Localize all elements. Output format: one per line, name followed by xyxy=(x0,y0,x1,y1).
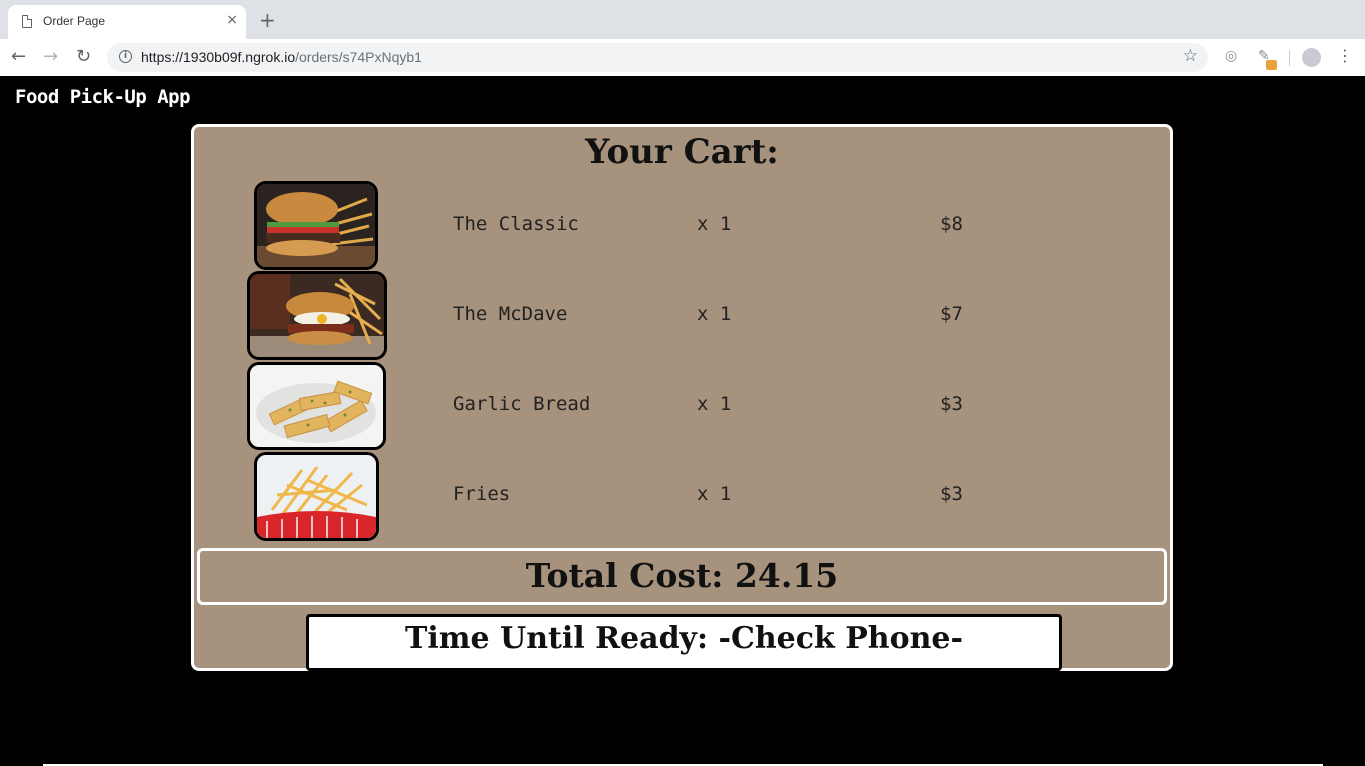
burger-image xyxy=(257,184,375,267)
item-name: Garlic Bread xyxy=(453,393,591,415)
total-cost-box: Total Cost: 24.15 xyxy=(197,548,1167,605)
browser-menu-icon[interactable]: ⋮ xyxy=(1337,46,1353,66)
item-name: The McDave xyxy=(453,303,568,325)
item-qty: x 1 xyxy=(697,303,732,325)
fries-basket-image xyxy=(257,455,376,538)
cart-panel: Your Cart: The Classic x 1 $8 The McDave… xyxy=(191,124,1173,671)
item-image-the-mcdave xyxy=(247,271,387,360)
toolbar-separator xyxy=(1289,50,1290,66)
app-title: Food Pick-Up App xyxy=(15,86,191,108)
total-cost: Total Cost: 24.15 xyxy=(525,556,839,595)
address-bar[interactable]: i https://1930b09f.ngrok.io/orders/s74Px… xyxy=(107,43,1208,72)
url-host: https://1930b09f.ngrok.io xyxy=(141,49,296,65)
time-until-ready: Time Until Ready: -Check Phone- xyxy=(405,621,963,656)
info-icon[interactable]: i xyxy=(119,50,132,63)
item-qty: x 1 xyxy=(697,213,732,235)
item-name: The Classic xyxy=(453,213,579,235)
item-price: $3 xyxy=(940,393,963,415)
garlic-bread-image xyxy=(250,365,383,447)
page-icon xyxy=(22,15,32,28)
item-price: $3 xyxy=(940,483,963,505)
cart-title: Your Cart: xyxy=(585,132,779,172)
bookmark-star-icon[interactable]: ☆ xyxy=(1183,46,1198,66)
item-qty: x 1 xyxy=(697,483,732,505)
reload-button[interactable]: ↻ xyxy=(76,45,91,69)
item-image-fries xyxy=(254,452,379,541)
browser-toolbar: ← → ↻ i https://1930b09f.ngrok.io/orders… xyxy=(0,39,1365,76)
url-path: /orders/s74PxNqyb1 xyxy=(295,49,422,65)
item-price: $7 xyxy=(940,303,963,325)
browser-tab[interactable]: Order Page × xyxy=(8,5,246,39)
extension-badge xyxy=(1266,60,1277,70)
item-image-garlic-bread xyxy=(247,362,386,450)
forward-button[interactable]: → xyxy=(43,45,58,69)
item-name: Fries xyxy=(453,483,511,505)
profile-avatar[interactable] xyxy=(1302,48,1321,67)
url-text[interactable]: https://1930b09f.ngrok.io/orders/s74PxNq… xyxy=(141,49,422,65)
close-tab-icon[interactable]: × xyxy=(226,11,238,29)
item-qty: x 1 xyxy=(697,393,732,415)
new-tab-button[interactable]: + xyxy=(259,9,276,31)
extension-icon[interactable]: ◎ xyxy=(1225,48,1237,64)
tab-title: Order Page xyxy=(43,14,106,28)
item-image-the-classic xyxy=(254,181,378,270)
burger-with-egg-image xyxy=(250,274,384,357)
browser-tab-bar: Order Page × + xyxy=(0,0,1365,39)
back-button[interactable]: ← xyxy=(11,45,26,69)
time-until-ready-box: Time Until Ready: -Check Phone- xyxy=(306,614,1062,671)
item-price: $8 xyxy=(940,213,963,235)
